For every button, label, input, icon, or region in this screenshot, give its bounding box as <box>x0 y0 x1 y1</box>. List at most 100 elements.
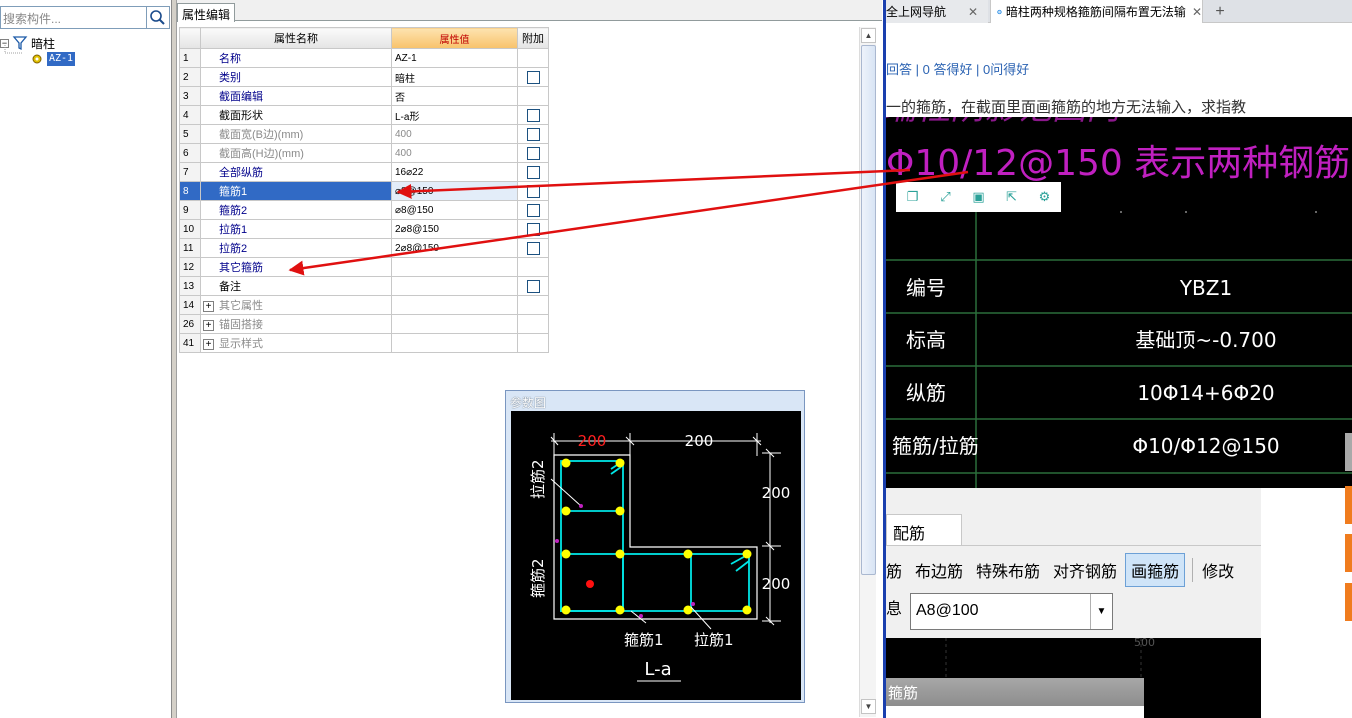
close-icon[interactable]: ✕ <box>968 5 978 19</box>
extra-checkbox[interactable] <box>526 241 540 255</box>
extra-checkbox[interactable] <box>526 203 540 217</box>
stirrup-spec-select[interactable]: A8@100 ▼ <box>910 593 1113 630</box>
ribbon-button[interactable]: 布边筋 <box>910 554 968 586</box>
extra-cell[interactable] <box>517 162 549 182</box>
ribbon-button[interactable]: 修改 <box>1197 554 1239 586</box>
property-value-cell[interactable] <box>391 314 518 334</box>
property-row[interactable]: 2 类别 暗柱 <box>179 67 549 87</box>
extra-cell[interactable] <box>517 105 549 125</box>
property-name-cell[interactable]: 拉筋2 <box>200 238 392 258</box>
property-value-cell[interactable]: AZ-1 <box>391 48 518 68</box>
property-name-cell[interactable]: + 其它属性 <box>200 295 392 315</box>
value-column-header[interactable]: 属性值 <box>391 27 518 49</box>
extra-checkbox[interactable] <box>526 127 540 141</box>
side-widget[interactable] <box>1345 433 1352 471</box>
search-button[interactable] <box>147 6 170 29</box>
property-row[interactable]: 1 名称 AZ-1 <box>179 48 549 68</box>
extra-cell[interactable] <box>517 219 549 239</box>
extra-cell[interactable] <box>517 67 549 87</box>
property-row[interactable]: 5 截面宽(B边)(mm) 400 <box>179 124 549 144</box>
property-name-cell[interactable]: 截面形状 <box>200 105 392 125</box>
browser-tab-navigation[interactable]: 全上网导航 ✕ <box>886 0 988 23</box>
property-row[interactable]: 6 截面高(H边)(mm) 400 <box>179 143 549 163</box>
property-name-cell[interactable]: 箍筋2 <box>200 200 392 220</box>
property-name-cell[interactable]: 截面宽(B边)(mm) <box>200 124 392 144</box>
copy-icon[interactable]: ❐ <box>905 189 921 205</box>
property-name-cell[interactable]: + 显示样式 <box>200 333 392 353</box>
side-button[interactable] <box>1345 534 1352 572</box>
browser-tab-active[interactable]: 暗柱两种规格箍筋间隔布置无法输 ✕ <box>990 0 1203 23</box>
property-name-cell[interactable]: 全部纵筋 <box>200 162 392 182</box>
property-name-cell[interactable]: 类别 <box>200 67 392 87</box>
property-row[interactable]: 12 其它箍筋 <box>179 257 549 277</box>
property-name-cell[interactable]: 名称 <box>200 48 392 68</box>
extra-cell[interactable] <box>517 124 549 144</box>
answer-stats[interactable]: 回答 | 0 答得好 | 0问得好 <box>886 59 1029 78</box>
property-value-cell[interactable] <box>391 257 518 277</box>
extra-column-header[interactable]: 附加 <box>517 27 549 49</box>
property-row[interactable]: 11 拉筋2 2⌀8@150 <box>179 238 549 258</box>
property-value-cell[interactable]: ⌀8@150 <box>391 181 518 201</box>
property-row[interactable]: 13 备注 <box>179 276 549 296</box>
property-value-cell[interactable] <box>391 333 518 353</box>
property-row[interactable]: 10 拉筋1 2⌀8@150 <box>179 219 549 239</box>
extra-checkbox[interactable] <box>526 279 540 293</box>
property-row[interactable]: 26 + 锚固搭接 <box>179 314 549 334</box>
property-row[interactable]: 41 + 显示样式 <box>179 333 549 353</box>
property-name-cell[interactable]: + 锚固搭接 <box>200 314 392 334</box>
property-name-cell[interactable]: 截面高(H边)(mm) <box>200 143 392 163</box>
share-icon[interactable]: ⇱ <box>1004 189 1020 205</box>
save-icon[interactable]: ▣ <box>971 189 987 205</box>
vertical-scrollbar[interactable]: ▲ ▼ <box>859 27 876 717</box>
property-value-cell[interactable]: 400 <box>391 124 518 144</box>
close-icon[interactable]: ✕ <box>1192 5 1202 19</box>
property-name-cell[interactable]: 其它箍筋 <box>200 257 392 277</box>
extra-cell[interactable] <box>517 276 549 296</box>
extra-cell[interactable] <box>517 181 549 201</box>
ribbon-button-active[interactable]: 画箍筋 <box>1125 553 1186 587</box>
scroll-up-icon[interactable]: ▲ <box>861 28 876 43</box>
ribbon-button[interactable]: 对齐钢筋 <box>1048 554 1122 586</box>
expand-icon[interactable]: + <box>203 338 214 350</box>
tab-property-edit[interactable]: 属性编辑 <box>177 3 236 22</box>
extra-checkbox[interactable] <box>526 146 540 160</box>
side-button[interactable] <box>1345 583 1352 621</box>
side-button[interactable] <box>1345 486 1352 524</box>
scroll-down-icon[interactable]: ▼ <box>861 699 876 714</box>
property-value-cell[interactable]: 否 <box>391 86 518 106</box>
property-value-cell[interactable]: ⌀8@150 <box>391 200 518 220</box>
new-tab-button[interactable]: + <box>1208 0 1232 23</box>
extra-checkbox[interactable] <box>526 165 540 179</box>
property-value-cell[interactable]: 2⌀8@150 <box>391 219 518 239</box>
expand-icon[interactable]: + <box>203 319 214 331</box>
property-row[interactable]: 9 箍筋2 ⌀8@150 <box>179 200 549 220</box>
property-value-cell[interactable] <box>391 295 518 315</box>
property-value-cell[interactable]: 2⌀8@150 <box>391 238 518 258</box>
property-row[interactable]: 14 + 其它属性 <box>179 295 549 315</box>
scroll-thumb[interactable] <box>861 45 876 575</box>
property-value-cell[interactable]: 暗柱 <box>391 67 518 87</box>
fullscreen-icon[interactable]: ⤢ <box>938 189 954 205</box>
chevron-down-icon[interactable]: ▼ <box>1090 594 1112 629</box>
extra-checkbox[interactable] <box>526 70 540 84</box>
ribbon-button[interactable]: 特殊布筋 <box>971 554 1045 586</box>
property-row[interactable]: 8 箍筋1 ⌀8@150 <box>179 181 549 201</box>
settings-icon[interactable]: ⚙ <box>1037 189 1053 205</box>
extra-checkbox[interactable] <box>526 184 540 198</box>
property-value-cell[interactable] <box>391 276 518 296</box>
ribbon-button-partial[interactable]: 筋 <box>886 554 907 586</box>
property-row[interactable]: 3 截面编辑 否 <box>179 86 549 106</box>
search-input[interactable]: 搜索构件... <box>0 6 147 29</box>
extra-checkbox[interactable] <box>526 108 540 122</box>
property-row[interactable]: 7 全部纵筋 16⌀22 <box>179 162 549 182</box>
extra-checkbox[interactable] <box>526 222 540 236</box>
tree-node-az1[interactable]: AZ-1 <box>31 51 76 67</box>
property-name-cell[interactable]: 拉筋1 <box>200 219 392 239</box>
extra-cell[interactable] <box>517 238 549 258</box>
expand-icon[interactable]: + <box>203 300 214 312</box>
tab-rebar[interactable]: 配筋 <box>886 514 962 546</box>
extra-cell[interactable] <box>517 200 549 220</box>
property-value-cell[interactable]: 400 <box>391 143 518 163</box>
property-name-cell[interactable]: 截面编辑 <box>200 86 392 106</box>
name-column-header[interactable]: 属性名称 <box>200 27 392 49</box>
